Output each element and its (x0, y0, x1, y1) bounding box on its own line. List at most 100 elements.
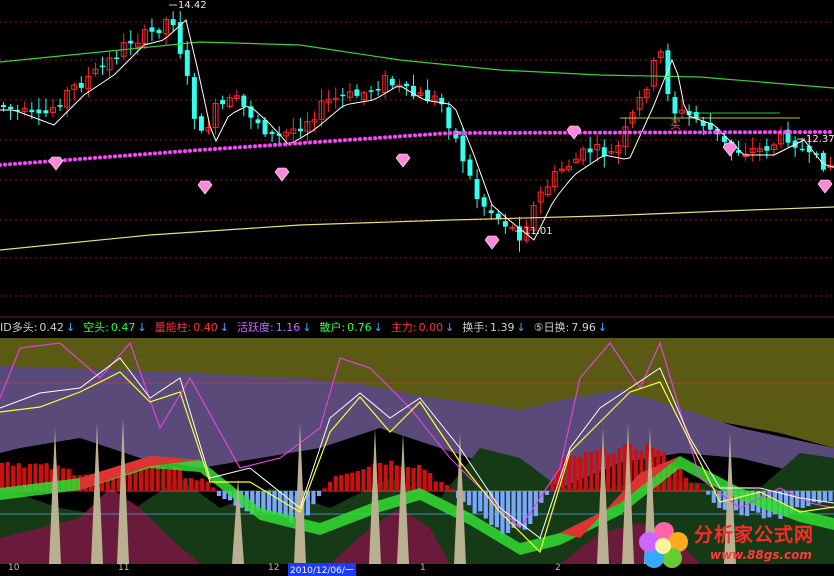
candle-body-down (389, 78, 395, 86)
volume-bar-down (822, 491, 828, 502)
candle-body-down (354, 89, 360, 96)
main-price-chart: 14.42 12.37 11.01 买 (0, 0, 834, 318)
magenta-dot (353, 137, 357, 142)
magenta-dot (363, 136, 367, 141)
legend-label: 主力: (390, 321, 417, 334)
magenta-dot (718, 130, 722, 135)
magenta-dot (643, 130, 647, 135)
magenta-dot (323, 139, 327, 144)
volume-bar-up (205, 481, 210, 491)
magenta-dot (153, 151, 157, 156)
candle-body-down (198, 116, 204, 131)
magenta-dot (358, 137, 362, 142)
volume-bar-up (189, 478, 194, 491)
candle-body-down (262, 119, 268, 135)
candle-body-down (241, 95, 247, 107)
candle-body-down (403, 83, 409, 87)
candle-body-down (297, 128, 303, 132)
candle-body-down (340, 94, 346, 97)
magenta-dot (283, 142, 287, 147)
legend-label: ID多头: (0, 321, 38, 334)
magenta-dot (373, 136, 377, 141)
magenta-dot (768, 130, 772, 135)
magenta-dot (168, 150, 172, 155)
magenta-dot (628, 130, 632, 135)
magenta-dot (33, 160, 37, 165)
volume-bar-up (5, 461, 10, 491)
volume-bar-up (200, 478, 205, 491)
magenta-dot (793, 130, 797, 135)
volume-bar-down (216, 491, 222, 496)
magenta-dot (173, 149, 177, 154)
magenta-dot (38, 160, 42, 164)
volume-bar-up (366, 466, 372, 491)
magenta-dot (588, 130, 592, 135)
candle-body-down (8, 106, 14, 110)
magenta-dot (428, 132, 432, 137)
diamond-marker-icon (395, 153, 411, 168)
candle-body-down (184, 50, 190, 76)
magenta-dot (448, 131, 452, 135)
magenta-dot (333, 138, 337, 143)
magenta-dot (383, 135, 387, 140)
magenta-dot (423, 132, 427, 137)
magenta-dot (508, 130, 512, 135)
legend-value: 0.40 (193, 321, 218, 334)
magenta-dot (73, 157, 77, 162)
magenta-dot (13, 161, 17, 166)
magenta-dot (23, 161, 27, 166)
candle-body-down (665, 50, 671, 94)
magenta-dot (338, 138, 342, 143)
diamond-marker-icon (48, 156, 64, 171)
magenta-dot (378, 135, 382, 140)
magenta-dot (78, 157, 82, 161)
volume-bar-up (355, 471, 361, 491)
volume-bar-up (700, 489, 705, 491)
magenta-dot (303, 140, 307, 145)
magenta-dot (208, 147, 212, 152)
magenta-dot (408, 133, 412, 138)
candle-body-down (474, 179, 480, 200)
magenta-dot (473, 130, 477, 135)
volume-bar-down (528, 491, 533, 524)
magenta-dot (413, 133, 417, 138)
magenta-dot (68, 157, 72, 162)
magenta-dot (463, 130, 467, 135)
volume-bar-up (211, 487, 216, 491)
magenta-dot (28, 160, 32, 165)
candle-body-down (425, 89, 431, 102)
magenta-dot (493, 130, 497, 135)
magenta-dot (743, 130, 747, 135)
magenta-dot (8, 162, 12, 167)
magenta-dot (598, 130, 602, 135)
magenta-dot (0, 163, 2, 167)
candle-body-down (587, 148, 593, 153)
magenta-dot (228, 145, 232, 150)
magenta-dot (343, 138, 347, 143)
legend-value: 0.42 (39, 321, 64, 334)
volume-bar-up (695, 483, 700, 491)
magenta-dot (728, 130, 732, 135)
magenta-dot (443, 131, 447, 136)
magenta-dot (263, 143, 267, 148)
magenta-dot (178, 149, 182, 154)
legend-label: ⑤日换: (533, 321, 570, 334)
magenta-dot (518, 130, 522, 135)
candle-body-down (460, 135, 466, 162)
magenta-dot (163, 150, 167, 155)
magenta-dot (773, 130, 777, 135)
volume-bar-up (389, 460, 394, 491)
magenta-dot (648, 130, 652, 135)
volume-bar-up (394, 465, 399, 491)
diamond-marker-icon (722, 142, 738, 157)
magenta-dot (553, 130, 557, 135)
magenta-dot (93, 155, 97, 160)
candle-body-down (672, 97, 678, 114)
magenta-dot (348, 137, 352, 142)
magenta-dot (498, 130, 502, 135)
magenta-dot (638, 130, 642, 135)
legend-label: 空头: (83, 321, 109, 334)
magenta-dot (123, 153, 127, 158)
magenta-dot (433, 132, 437, 137)
magenta-dot (663, 130, 667, 135)
